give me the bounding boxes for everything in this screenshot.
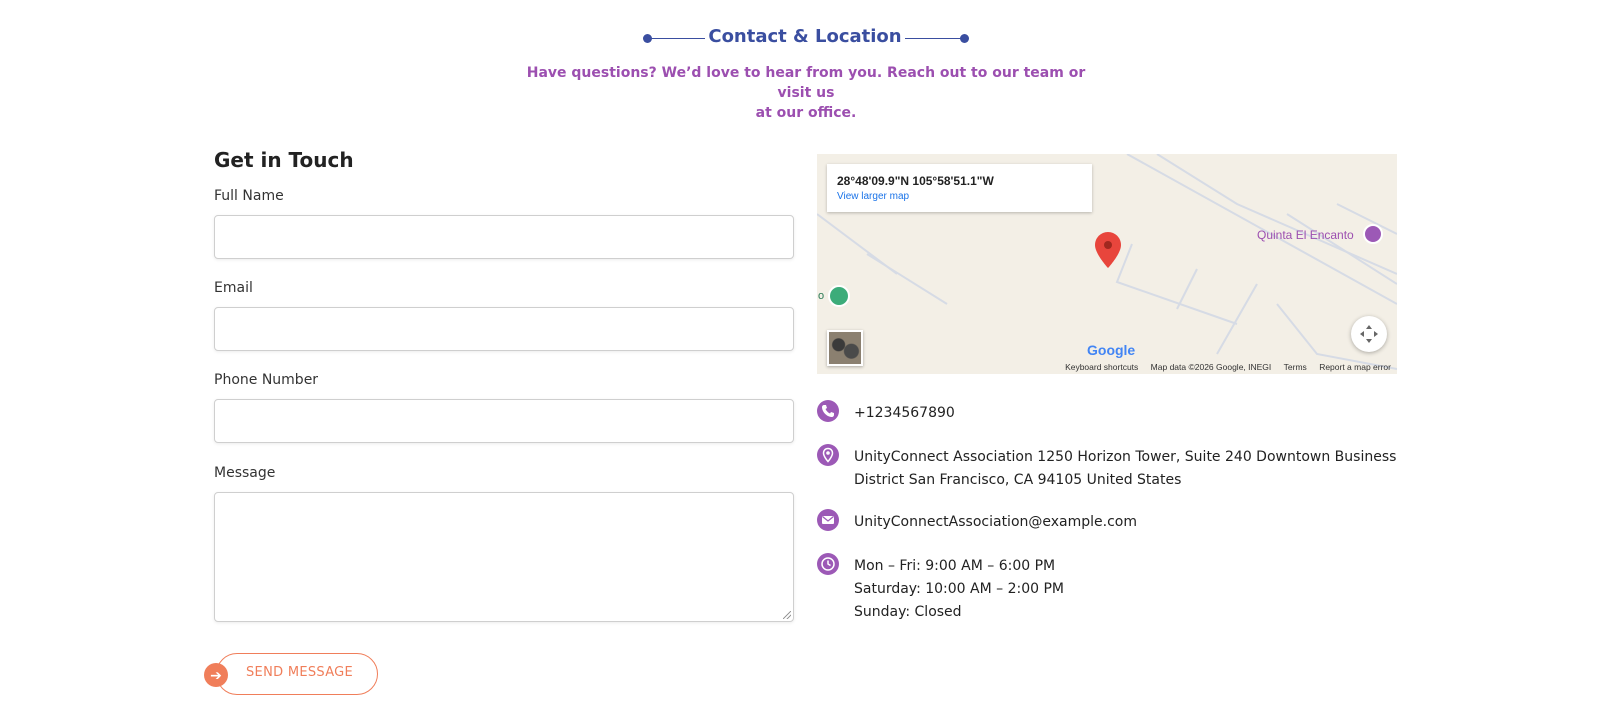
- view-larger-map-link[interactable]: View larger map: [837, 191, 909, 202]
- section-header: Contact & Location: [0, 24, 1612, 52]
- arrow-right-icon[interactable]: ➔: [204, 663, 228, 687]
- email-text[interactable]: UnityConnectAssociation@example.com: [854, 511, 1137, 534]
- header-divider-left: [647, 38, 705, 39]
- hours-sunday: Sunday: Closed: [854, 604, 962, 620]
- report-map-error-link[interactable]: Report a map error: [1319, 362, 1391, 372]
- section-title: Contact & Location: [708, 26, 902, 47]
- park-icon[interactable]: [828, 285, 850, 307]
- hours-text: Mon – Fri: 9:00 AM – 6:00 PM Saturday: 1…: [854, 555, 1064, 624]
- poi-shopping-icon[interactable]: [1363, 224, 1383, 244]
- send-button-label[interactable]: SEND MESSAGE: [246, 665, 353, 680]
- google-logo: Google: [1087, 342, 1136, 358]
- address-line-1: UnityConnect Association 1250 Horizon To…: [854, 449, 1397, 465]
- resize-handle-icon[interactable]: [783, 611, 791, 619]
- fullscreen-icon: [1360, 325, 1378, 343]
- map-pin-marker-icon[interactable]: [1095, 232, 1121, 268]
- map-coordinates: 28°48'09.9"N 105°58'51.1"W: [837, 174, 994, 188]
- location-map[interactable]: 28°48'09.9"N 105°58'51.1"W View larger m…: [817, 154, 1397, 374]
- phone-number-label: Phone Number: [214, 372, 319, 388]
- map-footer: Keyboard shortcuts Map data ©2026 Google…: [817, 358, 1397, 374]
- form-title: Get in Touch: [214, 148, 354, 172]
- clock-icon: [817, 553, 839, 575]
- poi-label[interactable]: Quinta El Encanto: [1257, 228, 1354, 242]
- keyboard-shortcuts-link[interactable]: Keyboard shortcuts: [1065, 362, 1138, 372]
- hours-weekdays: Mon – Fri: 9:00 AM – 6:00 PM: [854, 558, 1056, 574]
- header-dot-right: [960, 34, 969, 43]
- phone-number-input[interactable]: [214, 399, 794, 443]
- terms-link[interactable]: Terms: [1284, 362, 1307, 372]
- address-line-2: District San Francisco, CA 94105 United …: [854, 472, 1182, 488]
- header-divider-right: [905, 38, 963, 39]
- email-label: Email: [214, 280, 253, 296]
- section-subtitle: Have questions? We’d love to hear from y…: [515, 63, 1097, 123]
- phone-number-text[interactable]: +1234567890: [854, 402, 955, 425]
- send-message-button[interactable]: ➔ SEND MESSAGE: [204, 653, 378, 695]
- map-pin-icon: [817, 444, 839, 466]
- subtitle-line-2: at our office.: [755, 105, 857, 121]
- map-data-attribution: Map data ©2026 Google, INEGI: [1150, 362, 1272, 372]
- envelope-icon: [817, 509, 839, 531]
- map-info-card: 28°48'09.9"N 105°58'51.1"W View larger m…: [827, 164, 1092, 212]
- email-input[interactable]: [214, 307, 794, 351]
- full-name-input[interactable]: [214, 215, 794, 259]
- fullscreen-button[interactable]: [1351, 316, 1387, 352]
- subtitle-line-1: Have questions? We’d love to hear from y…: [526, 65, 1086, 101]
- address-text: UnityConnect Association 1250 Horizon To…: [854, 446, 1396, 492]
- hours-saturday: Saturday: 10:00 AM – 2:00 PM: [854, 581, 1064, 597]
- phone-icon: [817, 400, 839, 422]
- message-label: Message: [214, 465, 276, 481]
- full-name-label: Full Name: [214, 188, 284, 204]
- contact-form: Get in Touch Full Name Email Phone Numbe…: [214, 148, 794, 622]
- park-label: o: [818, 290, 825, 302]
- message-textarea[interactable]: [214, 492, 794, 622]
